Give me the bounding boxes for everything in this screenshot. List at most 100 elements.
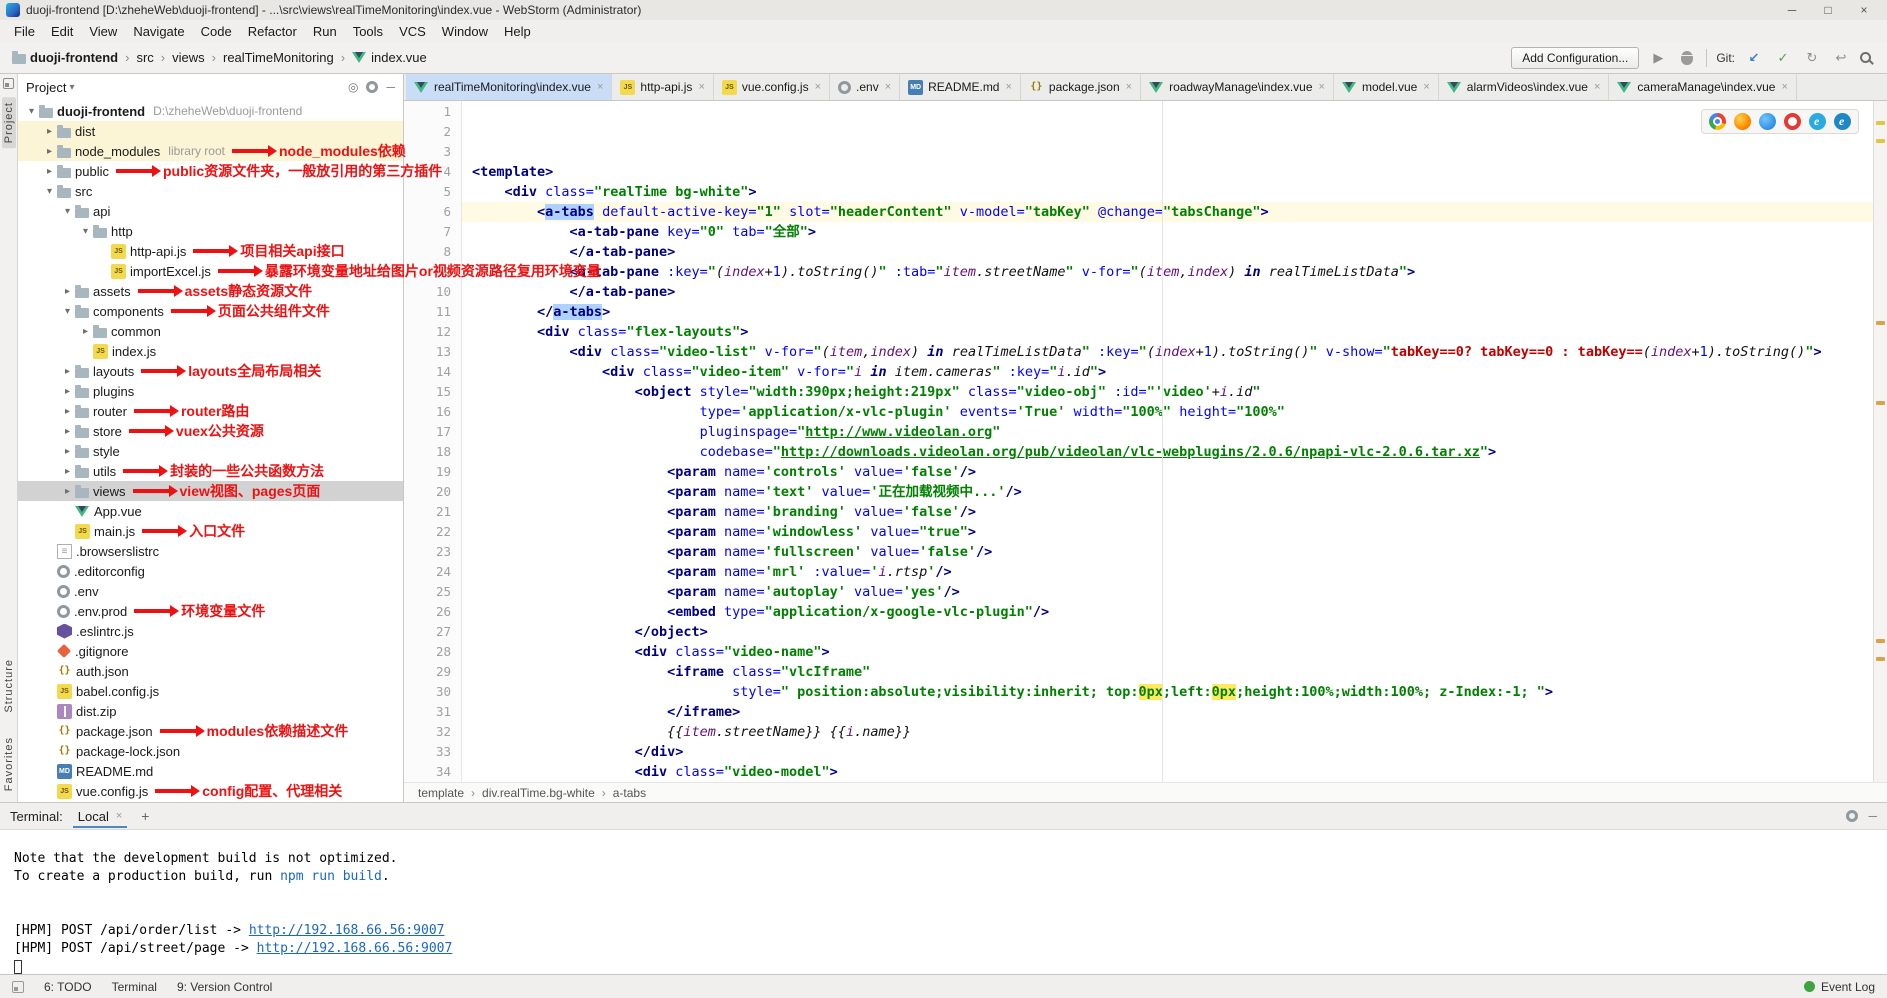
tree-collapse-icon[interactable]: ▾ <box>60 306 75 317</box>
tree-item-gitignore[interactable]: .gitignore <box>18 641 403 661</box>
new-terminal-icon[interactable]: + <box>137 808 153 824</box>
code-lines[interactable]: <template> <div class="realTime bg-white… <box>462 101 1873 782</box>
gear-icon[interactable] <box>366 81 378 93</box>
tree-item-views[interactable]: ▸viewsview视图、pages页面 <box>18 481 403 501</box>
search-icon[interactable] <box>1860 52 1871 63</box>
tree-item-env[interactable]: .env <box>18 581 403 601</box>
editor-tab-http-api-js[interactable]: http-api.js× <box>612 74 713 100</box>
terminal-settings-icon[interactable] <box>1846 810 1858 822</box>
tab-close-icon[interactable]: × <box>698 81 704 93</box>
stripe-mark[interactable] <box>1876 121 1885 125</box>
code-line-27[interactable]: style=" position:absolute;visibility:inh… <box>472 682 1873 702</box>
code-line-28[interactable]: </iframe> <box>472 702 1873 722</box>
tree-item-dist-zip[interactable]: dist.zip <box>18 701 403 721</box>
code-line-13[interactable]: type='application/x-vlc-plugin' events='… <box>472 402 1873 422</box>
stripe-mark[interactable] <box>1876 139 1885 143</box>
event-log-button[interactable]: Event Log <box>1821 980 1875 994</box>
tab-close-icon[interactable]: × <box>885 81 891 93</box>
stripe-mark[interactable] <box>1876 321 1885 325</box>
version-control-button[interactable]: 9: Version Control <box>177 980 272 994</box>
breadcrumb-item-views[interactable]: views <box>170 50 207 65</box>
debug-icon[interactable] <box>1677 48 1697 68</box>
ie-icon[interactable] <box>1809 113 1826 130</box>
edge-icon[interactable] <box>1834 113 1851 130</box>
menu-item-refactor[interactable]: Refactor <box>240 22 305 41</box>
stripe-mark[interactable] <box>1876 639 1885 643</box>
project-tool-button[interactable]: Project <box>2 97 16 148</box>
tree-item-editorconfig[interactable]: .editorconfig <box>18 561 403 581</box>
tree-item-app-vue[interactable]: App.vue <box>18 501 403 521</box>
menu-item-view[interactable]: View <box>81 22 125 41</box>
tab-close-icon[interactable]: × <box>815 81 821 93</box>
tree-item-readme-md[interactable]: README.md <box>18 761 403 781</box>
tree-item-api[interactable]: ▾api <box>18 201 403 221</box>
tree-item-main-js[interactable]: main.js入口文件 <box>18 521 403 541</box>
tree-item-package-json[interactable]: package.jsonmodules依赖描述文件 <box>18 721 403 741</box>
code-line-24[interactable]: </object> <box>472 622 1873 642</box>
tree-item-src[interactable]: ▾src <box>18 181 403 201</box>
git-history-icon[interactable]: ↻ <box>1802 48 1822 68</box>
code-line-4[interactable]: <a-tab-pane key="0" tab="全部"> <box>472 222 1873 242</box>
code-line-21[interactable]: <param name='mrl' :value='i.rtsp'/> <box>472 562 1873 582</box>
code-line-2[interactable]: <div class="realTime bg-white"> <box>472 182 1873 202</box>
tree-item-http-api-js[interactable]: http-api.js项目相关api接口 <box>18 241 403 261</box>
tree-item-router[interactable]: ▸routerrouter路由 <box>18 401 403 421</box>
code-line-19[interactable]: <param name='windowless' value="true"> <box>472 522 1873 542</box>
tree-collapse-icon[interactable]: ▾ <box>78 226 93 237</box>
opera-icon[interactable] <box>1784 113 1801 130</box>
tab-close-icon[interactable]: × <box>1126 81 1132 93</box>
code-line-29[interactable]: {{item.streetName}} {{i.name}} <box>472 722 1873 742</box>
git-revert-icon[interactable]: ↩ <box>1831 48 1851 68</box>
menu-item-edit[interactable]: Edit <box>43 22 81 41</box>
chrome-icon[interactable] <box>1709 113 1726 130</box>
error-stripe[interactable] <box>1873 101 1887 782</box>
tree-expand-icon[interactable]: ▸ <box>60 286 75 297</box>
code-line-20[interactable]: <param name='fullscreen' value='false'/> <box>472 542 1873 562</box>
tree-item-dist[interactable]: ▸dist <box>18 121 403 141</box>
code-line-6[interactable]: <a-tab-pane :key="(index+1).toString()" … <box>472 262 1873 282</box>
tree-item-public[interactable]: ▸publicpublic资源文件夹，一般放引用的第三方插件 <box>18 161 403 181</box>
editor-tab-roadwaymanage-index-vue[interactable]: roadwayManage\index.vue× <box>1141 74 1334 100</box>
tree-item-package-lock-json[interactable]: package-lock.json <box>18 741 403 761</box>
tree-expand-icon[interactable]: ▸ <box>60 366 75 377</box>
tree-expand-icon[interactable]: ▸ <box>42 126 57 137</box>
code-line-3[interactable]: <a-tabs default-active-key="1" slot="hea… <box>462 202 1873 222</box>
stripe-mark[interactable] <box>1876 401 1885 405</box>
code-line-23[interactable]: <embed type="application/x-google-vlc-pl… <box>472 602 1873 622</box>
editor-tab-model-vue[interactable]: model.vue× <box>1334 74 1439 100</box>
tab-close-icon[interactable]: × <box>1423 81 1429 93</box>
menu-item-vcs[interactable]: VCS <box>391 22 434 41</box>
terminal-tab-close-icon[interactable]: × <box>116 810 122 822</box>
tree-item-browserslistrc[interactable]: .browserslistrc <box>18 541 403 561</box>
code-line-1[interactable]: <template> <box>472 162 1873 182</box>
tree-item-node-modules[interactable]: ▸node_moduleslibrary rootnode_modules依赖 <box>18 141 403 161</box>
tree-item-plugins[interactable]: ▸plugins <box>18 381 403 401</box>
tree-item-http[interactable]: ▾http <box>18 221 403 241</box>
menu-item-help[interactable]: Help <box>496 22 539 41</box>
tree-item-style[interactable]: ▸style <box>18 441 403 461</box>
tree-item-common[interactable]: ▸common <box>18 321 403 341</box>
code-line-12[interactable]: <object style="width:390px;height:219px"… <box>472 382 1873 402</box>
editor-tab-readme-md[interactable]: README.md× <box>900 74 1021 100</box>
terminal-minimize-icon[interactable]: ─ <box>1868 809 1877 823</box>
menu-item-run[interactable]: Run <box>305 22 345 41</box>
menu-item-file[interactable]: File <box>6 22 43 41</box>
tree-item-vue-config-js[interactable]: vue.config.jsconfig配置、代理相关 <box>18 781 403 801</box>
code-line-10[interactable]: <div class="video-list" v-for="(item,ind… <box>472 342 1873 362</box>
git-commit-icon[interactable]: ✓ <box>1773 48 1793 68</box>
breadcrumb-item-index-vue[interactable]: index.vue <box>350 50 429 65</box>
editor-tab-package-json[interactable]: package.json× <box>1021 74 1141 100</box>
breadcrumb-item-realtimemonitoring[interactable]: realTimeMonitoring <box>221 50 336 65</box>
tree-expand-icon[interactable]: ▸ <box>78 326 93 337</box>
tree-item-importexcel-js[interactable]: importExcel.js暴露环境变量地址给图片or视频资源路径复用环境变量 <box>18 261 403 281</box>
tree-item-index-js[interactable]: index.js <box>18 341 403 361</box>
tree-expand-icon[interactable]: ▸ <box>42 146 57 157</box>
run-icon[interactable]: ▶ <box>1648 48 1668 68</box>
favorites-tool-button[interactable]: Favorites <box>2 732 16 796</box>
code-line-11[interactable]: <div class="video-item" v-for="i in item… <box>472 362 1873 382</box>
menu-item-window[interactable]: Window <box>434 22 496 41</box>
editor-tab-env[interactable]: .env× <box>830 74 900 100</box>
code-line-26[interactable]: <iframe class="vlcIframe" <box>472 662 1873 682</box>
tree-item-auth-json[interactable]: auth.json <box>18 661 403 681</box>
breadcrumb-item-src[interactable]: src <box>134 50 155 65</box>
